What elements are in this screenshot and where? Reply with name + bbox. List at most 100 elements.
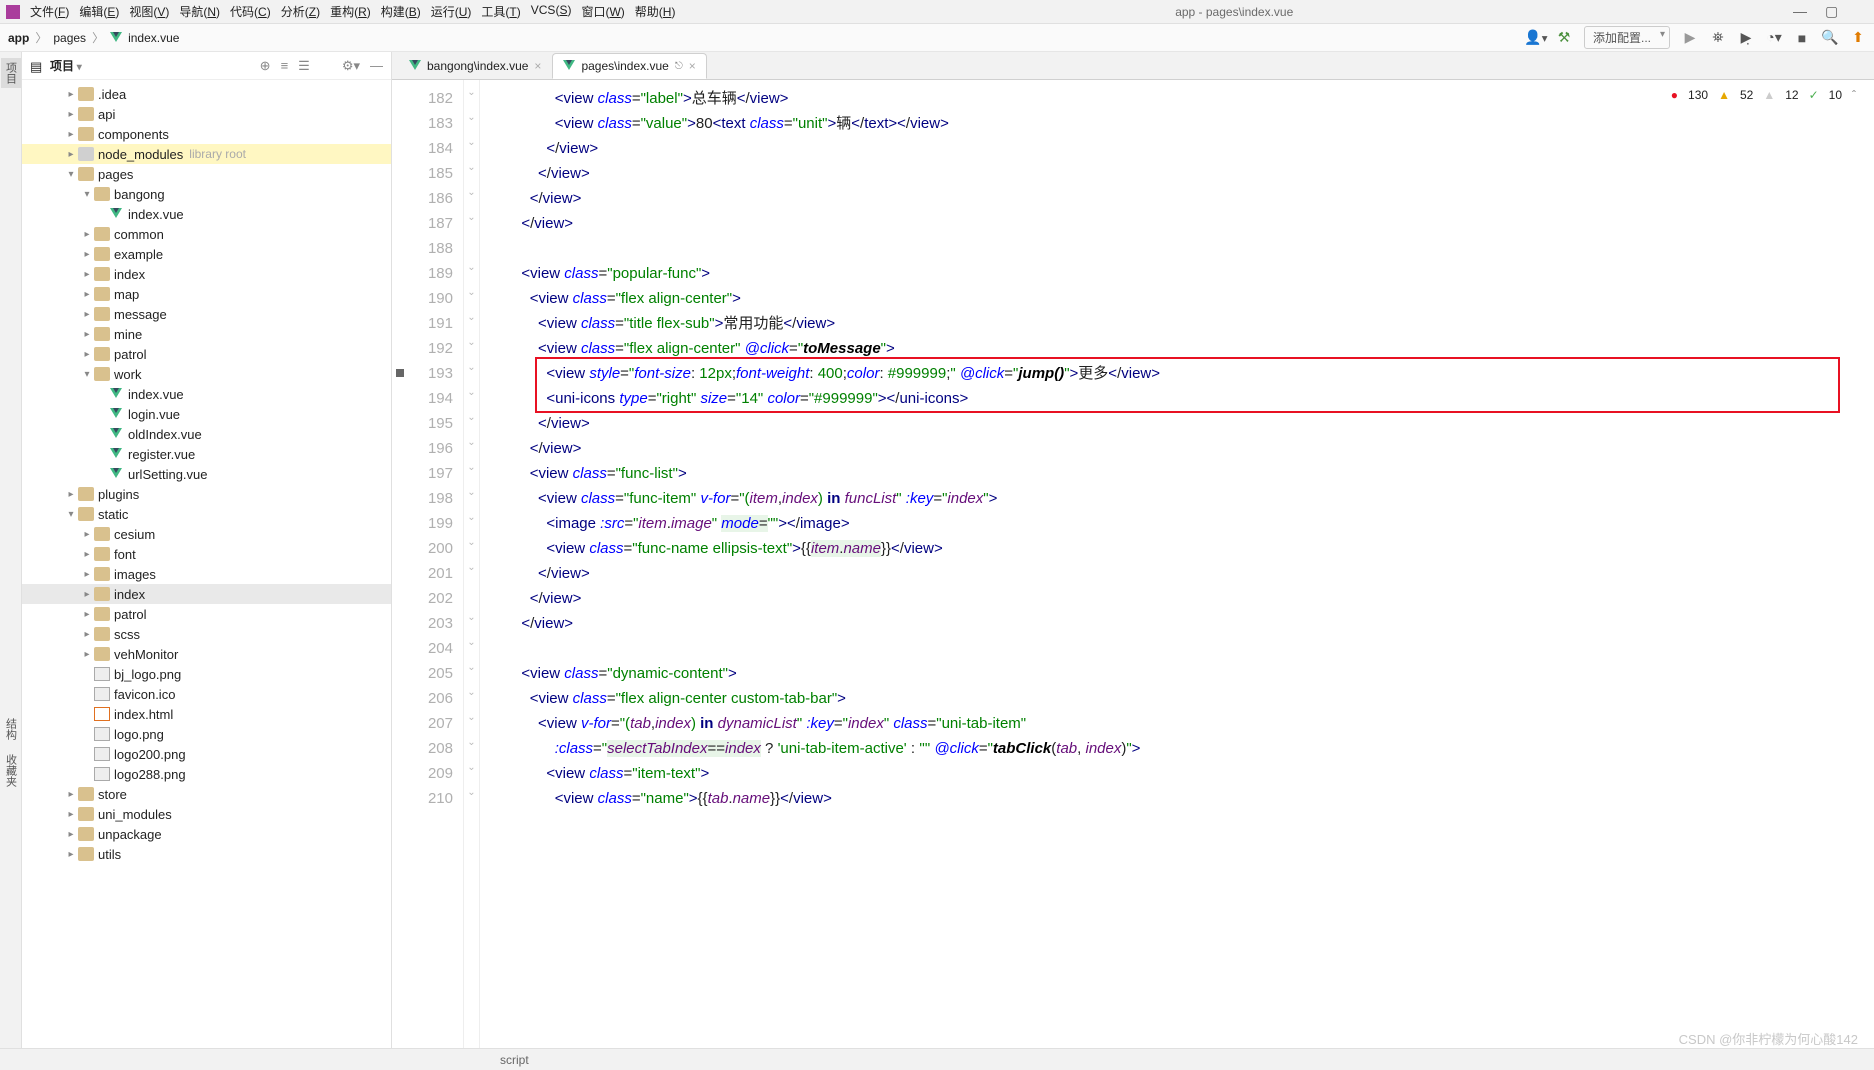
code-line[interactable]: </view>	[488, 186, 1874, 211]
fold-handle[interactable]: ⌄	[464, 505, 479, 530]
tree-item-urlSetting.vue[interactable]: urlSetting.vue	[22, 464, 391, 484]
fold-handle[interactable]: ⌄	[464, 455, 479, 480]
code-line[interactable]: <view class="flex align-center" @click="…	[488, 336, 1874, 361]
chevron-right-icon[interactable]	[64, 829, 78, 840]
fold-handle[interactable]: ⌄	[464, 380, 479, 405]
menu-编辑[interactable]: 编辑(E)	[79, 3, 119, 20]
code-line[interactable]: <view class="value">80<text class="unit"…	[488, 111, 1874, 136]
fold-handle[interactable]: ⌄	[464, 430, 479, 455]
fold-handle[interactable]: ⌄	[464, 330, 479, 355]
tree-item-static[interactable]: static	[22, 504, 391, 524]
tree-item-components[interactable]: components	[22, 124, 391, 144]
chevron-down-icon[interactable]	[80, 369, 94, 380]
tree-item-common[interactable]: common	[22, 224, 391, 244]
project-view-select[interactable]: 项目	[50, 57, 82, 74]
menu-分析[interactable]: 分析(Z)	[281, 3, 320, 20]
fold-handle[interactable]: ⌄	[464, 480, 479, 505]
fold-handle[interactable]: ⌄	[464, 655, 479, 680]
minimize-icon[interactable]: —	[1793, 3, 1807, 20]
breadcrumb-file[interactable]: index.vue	[128, 31, 179, 45]
project-tree[interactable]: .ideaapicomponentsnode_moduleslibrary ro…	[22, 80, 391, 1048]
tree-item-oldIndex.vue[interactable]: oldIndex.vue	[22, 424, 391, 444]
fold-handle[interactable]: ⌄	[464, 205, 479, 230]
code-line[interactable]: </view>	[488, 161, 1874, 186]
chevron-right-icon[interactable]	[64, 129, 78, 140]
chevron-right-icon[interactable]	[64, 109, 78, 120]
maximize-icon[interactable]: ▢	[1825, 3, 1838, 20]
tree-item-utils[interactable]: utils	[22, 844, 391, 864]
fold-gutter[interactable]: ⌄⌄⌄⌄⌄⌄⌄⌄⌄⌄⌄⌄⌄⌄⌄⌄⌄⌄⌄⌄⌄⌄⌄⌄⌄⌄⌄	[464, 80, 480, 1048]
chevron-right-icon[interactable]	[80, 249, 94, 260]
tree-item-index.vue[interactable]: index.vue	[22, 204, 391, 224]
breadcrumb[interactable]: app 〉 pages 〉 index.vue	[8, 29, 179, 46]
fold-handle[interactable]: ⌄	[464, 355, 479, 380]
tree-item-unpackage[interactable]: unpackage	[22, 824, 391, 844]
locate-icon[interactable]: ⊕	[260, 58, 271, 74]
fold-handle[interactable]: ⌄	[464, 305, 479, 330]
tree-item-scss[interactable]: scss	[22, 624, 391, 644]
tree-item-patrol[interactable]: patrol	[22, 604, 391, 624]
tree-item-bj_logo.png[interactable]: bj_logo.png	[22, 664, 391, 684]
fold-handle[interactable]: ⌄	[464, 780, 479, 805]
debug-icon[interactable]: ⛯	[1710, 30, 1726, 46]
pin-icon[interactable]: ⎋	[675, 61, 683, 72]
menu-文件[interactable]: 文件(F)	[30, 3, 69, 20]
chevron-right-icon[interactable]	[64, 849, 78, 860]
close-tab-icon[interactable]: ×	[534, 59, 541, 73]
tree-item-example[interactable]: example	[22, 244, 391, 264]
tree-item-api[interactable]: api	[22, 104, 391, 124]
status-breadcrumb[interactable]: script	[500, 1053, 529, 1067]
chevron-right-icon[interactable]	[80, 329, 94, 340]
tree-item-font[interactable]: font	[22, 544, 391, 564]
breadcrumb-folder[interactable]: pages	[53, 31, 86, 45]
code-line[interactable]: </view>	[488, 436, 1874, 461]
menu-导航[interactable]: 导航(N)	[179, 3, 220, 20]
tree-item-work[interactable]: work	[22, 364, 391, 384]
fold-handle[interactable]: ⌄	[464, 405, 479, 430]
code-area[interactable]: 1821831841851861871881891901911921931941…	[392, 80, 1874, 1048]
close-tab-icon[interactable]: ×	[689, 59, 696, 73]
fold-handle[interactable]: ⌄	[464, 755, 479, 780]
chevron-right-icon[interactable]	[64, 489, 78, 500]
code-line[interactable]: </view>	[488, 586, 1874, 611]
code-line[interactable]: <view class="dynamic-content">	[488, 661, 1874, 686]
menu-构建[interactable]: 构建(B)	[381, 3, 421, 20]
expand-all-icon[interactable]: ≡	[281, 58, 289, 74]
menu-运行[interactable]: 运行(U)	[431, 3, 472, 20]
build-icon[interactable]: ⚒	[1556, 30, 1572, 46]
stop-icon[interactable]: ■	[1794, 30, 1810, 46]
chevron-right-icon[interactable]	[64, 789, 78, 800]
tool-tab-structure[interactable]: 结构	[1, 714, 21, 744]
chevron-right-icon[interactable]	[64, 149, 78, 160]
update-icon[interactable]: ⬆	[1850, 30, 1866, 46]
chevron-right-icon[interactable]	[80, 609, 94, 620]
chevron-down-icon[interactable]	[80, 189, 94, 200]
tree-item-store[interactable]: store	[22, 784, 391, 804]
fold-handle[interactable]: ⌄	[464, 105, 479, 130]
chevron-right-icon[interactable]	[80, 629, 94, 640]
chevron-right-icon[interactable]	[80, 549, 94, 560]
run-config-select[interactable]: 添加配置...	[1584, 26, 1670, 49]
tree-item-logo.png[interactable]: logo.png	[22, 724, 391, 744]
code-line[interactable]: <view class="popular-func">	[488, 261, 1874, 286]
chevron-up-icon[interactable]: ˆ	[1852, 88, 1856, 102]
tree-item-bangong[interactable]: bangong	[22, 184, 391, 204]
fold-handle[interactable]: ⌄	[464, 680, 479, 705]
menu-工具[interactable]: 工具(T)	[481, 3, 520, 20]
code-line[interactable]	[488, 636, 1874, 661]
fold-handle[interactable]	[464, 580, 479, 605]
code-line[interactable]: <view class="flex align-center custom-ta…	[488, 686, 1874, 711]
run-icon[interactable]: ▶	[1682, 30, 1698, 46]
tree-item-favicon.ico[interactable]: favicon.ico	[22, 684, 391, 704]
code-line[interactable]: </view>	[488, 611, 1874, 636]
code-line[interactable]: <image :src="item.image" mode=""></image…	[488, 511, 1874, 536]
chevron-right-icon[interactable]	[80, 309, 94, 320]
menu-重构[interactable]: 重构(R)	[330, 3, 371, 20]
coverage-icon[interactable]: ▶̣	[1738, 30, 1754, 46]
fold-handle[interactable]: ⌄	[464, 80, 479, 105]
code-line[interactable]: </view>	[488, 411, 1874, 436]
chevron-right-icon[interactable]	[80, 289, 94, 300]
tree-item-pages[interactable]: pages	[22, 164, 391, 184]
tool-tab-favorites[interactable]: 收藏夹	[1, 750, 21, 791]
gear-icon[interactable]: ⚙▾	[342, 58, 360, 74]
